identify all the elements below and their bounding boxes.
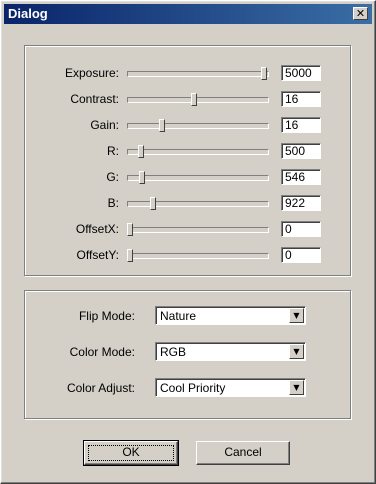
offsetx-slider-track[interactable] — [127, 227, 269, 233]
r-slider-track[interactable] — [127, 149, 269, 155]
slider-row-r: R: 500 — [1, 143, 375, 163]
slider-row-gain: Gain: 16 — [1, 117, 375, 137]
focus-rect — [88, 445, 174, 461]
offsety-value-field[interactable]: 0 — [281, 247, 321, 263]
window-title: Dialog — [8, 6, 48, 21]
chevron-down-icon[interactable]: ▼ — [289, 380, 304, 395]
color-mode-label: Color Mode: — [69, 345, 135, 359]
b-value-field[interactable]: 922 — [281, 195, 321, 211]
contrast-slider-track[interactable] — [127, 97, 269, 103]
cancel-button[interactable]: Cancel — [196, 441, 290, 465]
b-slider-track[interactable] — [127, 201, 269, 207]
close-button[interactable]: ✕ — [353, 7, 368, 20]
title-bar[interactable]: Dialog ✕ — [4, 4, 372, 24]
color-adjust-selected-value: Cool Priority — [160, 381, 226, 395]
flip-mode-select[interactable]: Nature ▼ — [155, 306, 306, 325]
offsetx-value-field[interactable]: 0 — [281, 221, 321, 237]
gain-slider-thumb[interactable] — [159, 119, 165, 132]
color-adjust-select[interactable]: Cool Priority ▼ — [155, 378, 306, 397]
close-icon: ✕ — [355, 7, 366, 20]
b-slider-thumb[interactable] — [150, 197, 156, 210]
flip-mode-selected-value: Nature — [160, 309, 197, 323]
offsety-label: OffsetY: — [76, 248, 119, 262]
color-mode-selected-value: RGB — [160, 345, 187, 359]
ok-button[interactable]: OK — [83, 440, 179, 466]
g-slider-thumb[interactable] — [139, 171, 145, 184]
color-mode-select[interactable]: RGB ▼ — [155, 342, 306, 361]
cancel-label: Cancel — [224, 445, 262, 459]
slider-row-g: G: 546 — [1, 169, 375, 189]
r-value-field[interactable]: 500 — [281, 143, 321, 159]
g-slider-track[interactable] — [127, 175, 269, 181]
slider-row-contrast: Contrast: 16 — [1, 91, 375, 111]
gain-label: Gain: — [90, 118, 119, 132]
offsetx-slider-thumb[interactable] — [127, 223, 133, 236]
offsetx-label: OffsetX: — [75, 222, 119, 236]
contrast-label: Contrast: — [70, 92, 119, 106]
exposure-value-field[interactable]: 5000 — [281, 65, 321, 81]
g-label: G: — [106, 170, 119, 184]
g-value-field[interactable]: 546 — [281, 169, 321, 185]
contrast-value-field[interactable]: 16 — [281, 91, 321, 107]
contrast-slider-thumb[interactable] — [191, 93, 197, 106]
slider-row-offsetx: OffsetX: 0 — [1, 221, 375, 241]
gain-value-field[interactable]: 16 — [281, 117, 321, 133]
b-label: B: — [107, 196, 119, 210]
r-slider-thumb[interactable] — [138, 145, 144, 158]
offsety-slider-thumb[interactable] — [127, 249, 133, 262]
slider-row-exposure: Exposure: 5000 — [1, 65, 375, 85]
exposure-label: Exposure: — [64, 66, 119, 80]
exposure-slider-thumb[interactable] — [261, 67, 267, 80]
r-label: R: — [107, 144, 119, 158]
combo-row-flip-mode: Flip Mode: Nature ▼ — [1, 306, 375, 326]
color-adjust-label: Color Adjust: — [66, 381, 135, 395]
combo-row-color-mode: Color Mode: RGB ▼ — [1, 342, 375, 362]
offsety-slider-track[interactable] — [127, 253, 269, 259]
flip-mode-label: Flip Mode: — [78, 309, 135, 323]
combo-row-color-adjust: Color Adjust: Cool Priority ▼ — [1, 378, 375, 398]
dialog-window: Dialog ✕ Exposure: 5000 Contrast: 16 Gain: 16… — [0, 0, 376, 484]
slider-row-offsety: OffsetY: 0 — [1, 247, 375, 267]
chevron-down-icon[interactable]: ▼ — [289, 344, 304, 359]
gain-slider-track[interactable] — [127, 123, 269, 129]
slider-row-b: B: 922 — [1, 195, 375, 215]
chevron-down-icon[interactable]: ▼ — [289, 308, 304, 323]
exposure-slider-track[interactable] — [127, 71, 269, 77]
